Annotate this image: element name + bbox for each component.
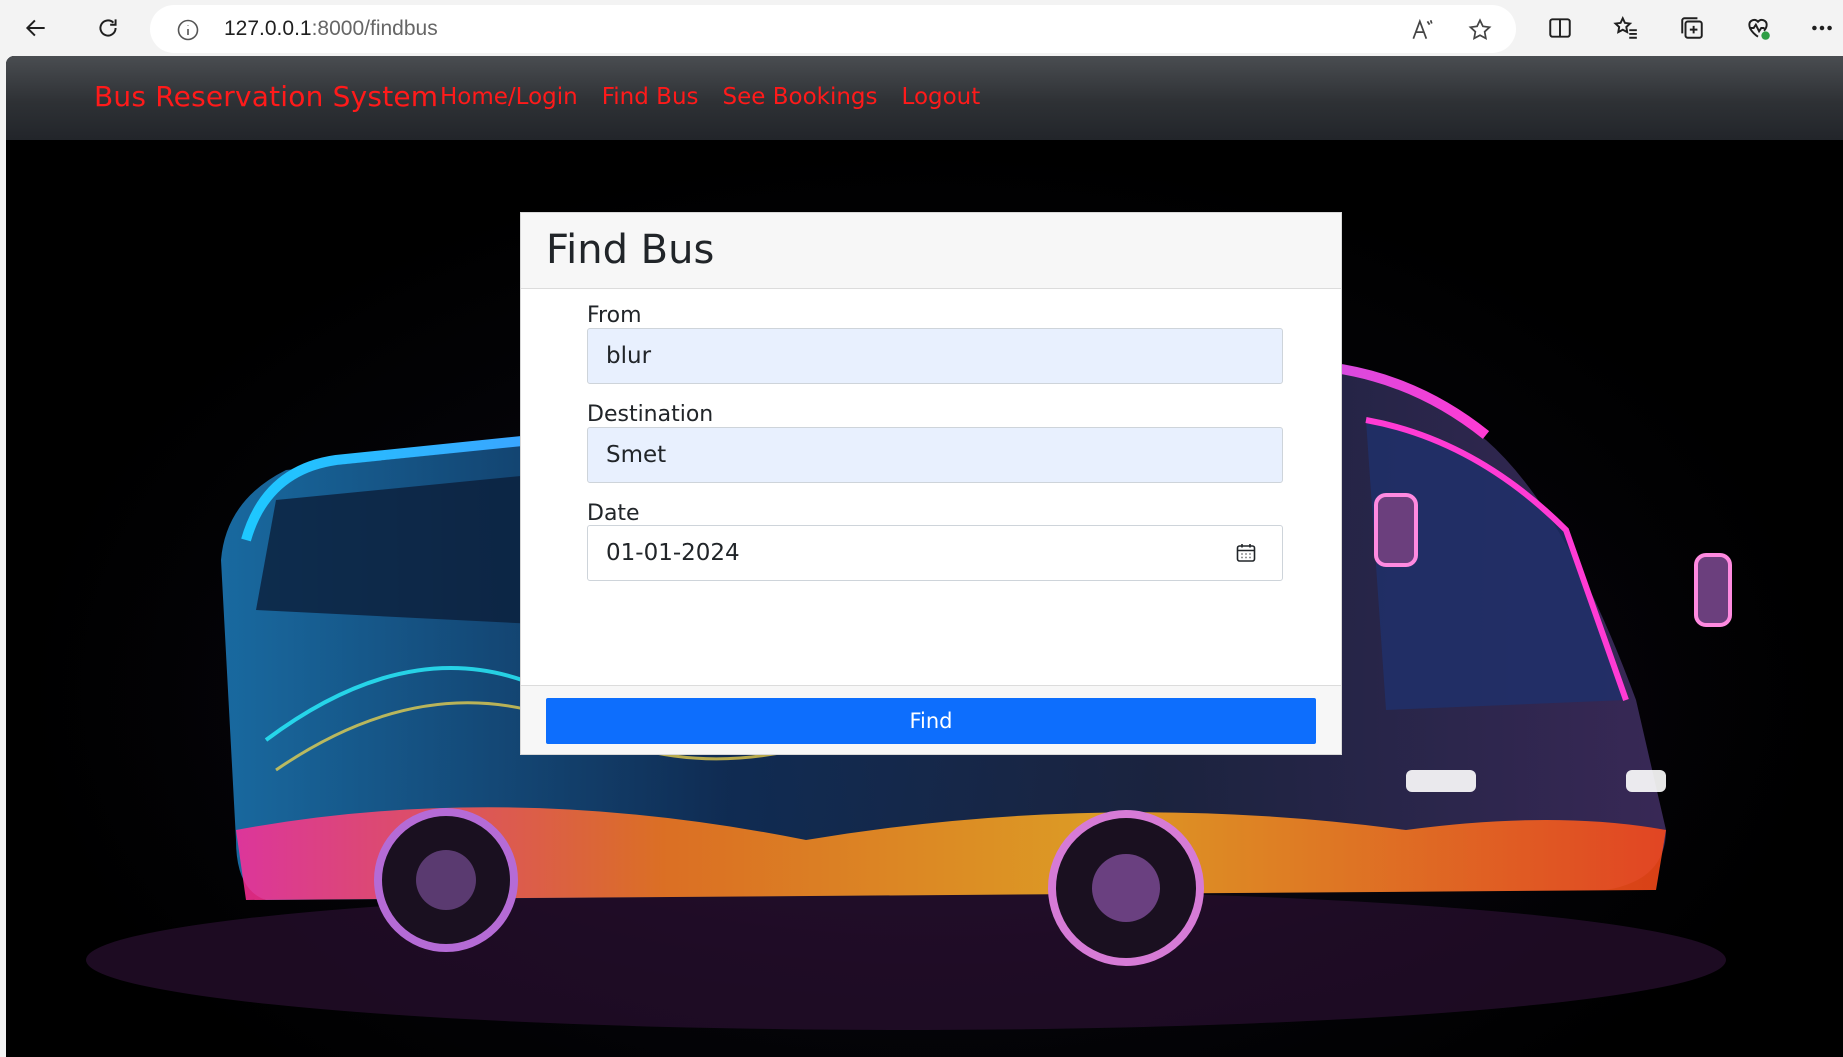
from-input-value: blur [606, 343, 652, 369]
nav-links: Home/Login Find Bus See Bookings Logout [440, 84, 1004, 110]
address-bar[interactable]: 127.0.0.1:8000/findbus [150, 5, 1516, 53]
heart-pulse-icon [1748, 18, 1770, 40]
split-screen-icon [1549, 18, 1571, 38]
favorites-list-icon [1613, 15, 1637, 39]
favorite-star-icon[interactable] [1466, 16, 1494, 44]
browser-toolbar: 127.0.0.1:8000/findbus [0, 0, 1843, 56]
url-host: 127.0.0.1 [224, 17, 312, 40]
destination-label: Destination [587, 402, 714, 427]
calendar-icon[interactable] [1234, 541, 1258, 565]
read-aloud-icon[interactable] [1408, 16, 1436, 44]
browser-essentials-button[interactable] [1736, 6, 1780, 50]
date-input[interactable]: 01-01-2024 [587, 525, 1283, 581]
card-header: Find Bus [521, 213, 1341, 289]
arrow-left-icon [25, 19, 45, 37]
card-title: Find Bus [546, 227, 715, 273]
site-info-icon[interactable] [176, 18, 200, 42]
refresh-button[interactable] [86, 6, 130, 50]
from-label: From [587, 303, 642, 328]
date-input-value: 01-01-2024 [606, 540, 740, 566]
nav-link-home-login[interactable]: Home/Login [440, 84, 578, 110]
nav-link-find-bus[interactable]: Find Bus [602, 84, 699, 110]
nav-link-see-bookings[interactable]: See Bookings [723, 84, 878, 110]
collections-button[interactable] [1670, 6, 1714, 50]
nav-link-logout[interactable]: Logout [902, 84, 981, 110]
find-button[interactable]: Find [546, 698, 1316, 744]
url-text[interactable]: 127.0.0.1:8000/findbus [224, 17, 438, 41]
destination-input-value: Smet [606, 442, 667, 468]
url-path: :8000/findbus [311, 17, 438, 40]
more-dots-icon [1812, 25, 1832, 31]
favorites-button[interactable] [1604, 6, 1648, 50]
more-menu-button[interactable] [1800, 6, 1843, 50]
split-screen-button[interactable] [1538, 6, 1582, 50]
find-bus-card: Find Bus From blur Destination Smet Date… [520, 212, 1342, 755]
navbar-brand[interactable]: Bus Reservation System [94, 80, 438, 113]
navbar: Bus Reservation System Home/Login Find B… [6, 56, 1843, 140]
back-button[interactable] [14, 6, 58, 50]
destination-input[interactable]: Smet [587, 427, 1283, 483]
date-label: Date [587, 501, 640, 526]
collections-icon [1681, 17, 1703, 39]
refresh-icon [99, 19, 117, 37]
from-input[interactable]: blur [587, 328, 1283, 384]
card-footer: Find [521, 685, 1341, 754]
page-viewport: Bus Reservation System Home/Login Find B… [6, 56, 1843, 1057]
